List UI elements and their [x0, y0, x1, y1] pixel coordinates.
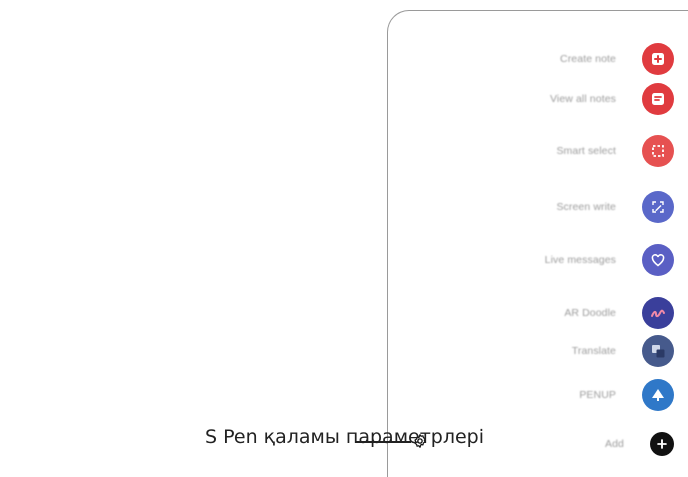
menu-item-label: Translate	[571, 345, 616, 357]
callout-label: S Pen қаламы параметрлері	[205, 426, 485, 448]
ar-doodle-icon	[642, 297, 674, 329]
menu-item-label: AR Doodle	[564, 307, 616, 319]
menu-item-ar-doodle[interactable]: AR Doodle	[564, 295, 674, 331]
view-notes-icon	[642, 83, 674, 115]
menu-item-screen-write[interactable]: Screen write	[556, 189, 674, 225]
air-command-panel: Create note View all notes Smart select …	[387, 10, 688, 477]
penup-icon	[642, 379, 674, 411]
menu-item-live-messages[interactable]: Live messages	[545, 242, 674, 278]
menu-item-smart-select[interactable]: Smart select	[556, 133, 674, 169]
menu-item-label: Live messages	[544, 254, 616, 266]
translate-icon	[642, 335, 674, 367]
create-note-icon	[642, 43, 674, 75]
menu-item-add[interactable]: Add	[605, 426, 674, 462]
menu-item-view-all-notes[interactable]: View all notes	[550, 81, 674, 117]
live-messages-icon	[642, 244, 674, 276]
menu-item-label: PENUP	[579, 389, 616, 401]
menu-item-label: View all notes	[550, 93, 616, 105]
menu-item-label: Create note	[560, 53, 616, 65]
menu-item-translate[interactable]: Translate	[572, 333, 674, 369]
smart-select-icon	[642, 135, 674, 167]
menu-item-label: Screen write	[556, 201, 616, 213]
menu-item-label: Smart select	[556, 145, 616, 157]
menu-item-penup[interactable]: PENUP	[579, 377, 674, 413]
add-icon	[650, 432, 674, 456]
screen-write-icon	[642, 191, 674, 223]
menu-item-create-note[interactable]: Create note	[560, 41, 674, 77]
menu-item-label: Add	[605, 438, 624, 450]
